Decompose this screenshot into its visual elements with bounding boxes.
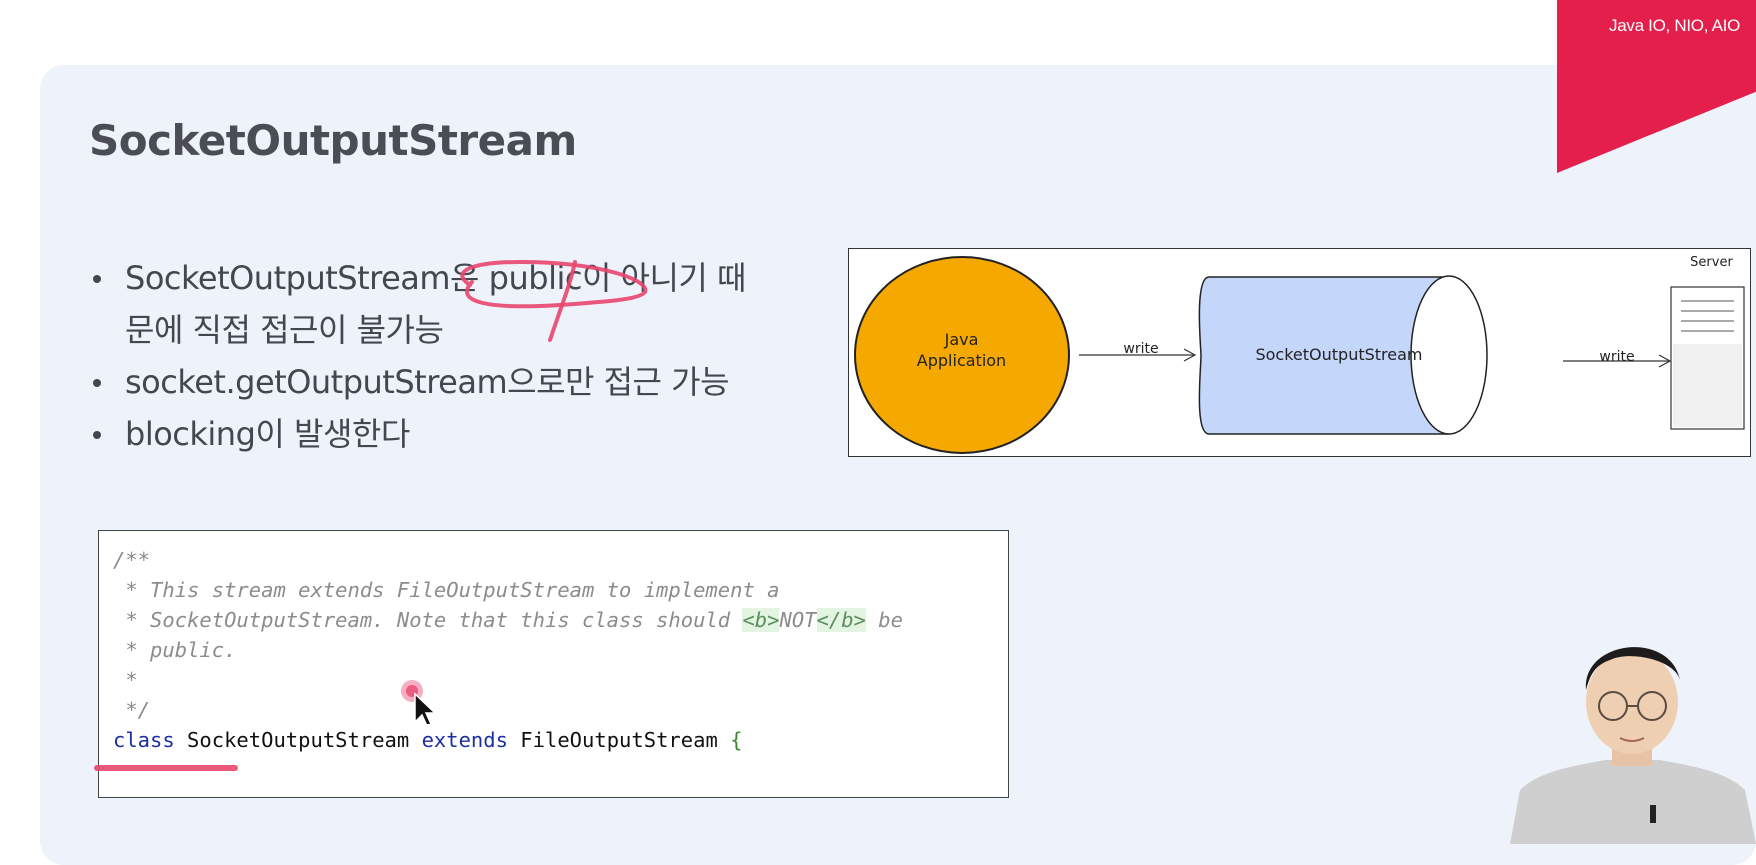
write-label-2: write [1599,349,1635,365]
bullet-item: socket.getOutputStream으로만 접근 가능 [88,356,808,408]
bullet-text-continued: 문에 직접 접근이 불가능 [125,311,444,349]
class-name: SocketOutputStream [174,728,422,752]
code-comment-line: * SocketOutputStream. Note that this cla… [113,605,903,635]
parent-class-name: FileOutputStream [507,728,731,752]
stream-label: SocketOutputStream [1255,345,1423,364]
java-label-line2: Application [916,351,1007,370]
socket-output-diagram: Java Application write SocketOutputStrea… [848,248,1751,457]
code-comment-line: /** [113,548,151,572]
html-tag-close: </b> [816,608,866,632]
java-label-line1: Java [944,330,979,349]
comment-text: be [865,608,903,632]
server-label: Server [1690,255,1733,270]
code-snippet: /** * This stream extends FileOutputStre… [98,530,1009,798]
mouse-pointer-icon [401,680,435,724]
java-application-label: Java Application [889,329,1034,371]
comment-text: * SocketOutputStream. Note that this cla… [113,608,743,632]
presenter-figure [1510,647,1756,844]
bullet-text: socket.getOutputStream으로만 접근 가능 [125,363,730,401]
bullet-item: blocking이 발생한다 [88,408,808,460]
code-comment-line: * This stream extends FileOutputStream t… [113,578,780,602]
code-comment-line: * [113,668,138,692]
code-comment-line: * public. [113,638,237,662]
keyword-class: class [113,728,175,752]
open-brace: { [730,728,743,752]
write-label-1: write [1123,341,1159,357]
slide-title: SocketOutputStream [89,116,577,165]
bullet-text: SocketOutputStream은 public이 아니기 때 [125,259,746,297]
bullet-list: SocketOutputStream은 public이 아니기 때 문에 직접 … [88,252,808,460]
html-tag-open: <b> [742,608,780,632]
presenter-webcam [1510,620,1756,844]
code-comment-line: */ [113,698,151,722]
pen-underline [94,765,238,771]
course-badge-label: Java IO, NIO, AIO [1609,16,1740,35]
comment-emphasis: NOT [779,608,817,632]
class-declaration-line: class SocketOutputStream extends FileOut… [113,725,742,755]
bullet-text: blocking이 발생한다 [125,415,410,453]
keyword-extends: extends [421,728,508,752]
bullet-item: SocketOutputStream은 public이 아니기 때 문에 직접 … [88,252,808,356]
